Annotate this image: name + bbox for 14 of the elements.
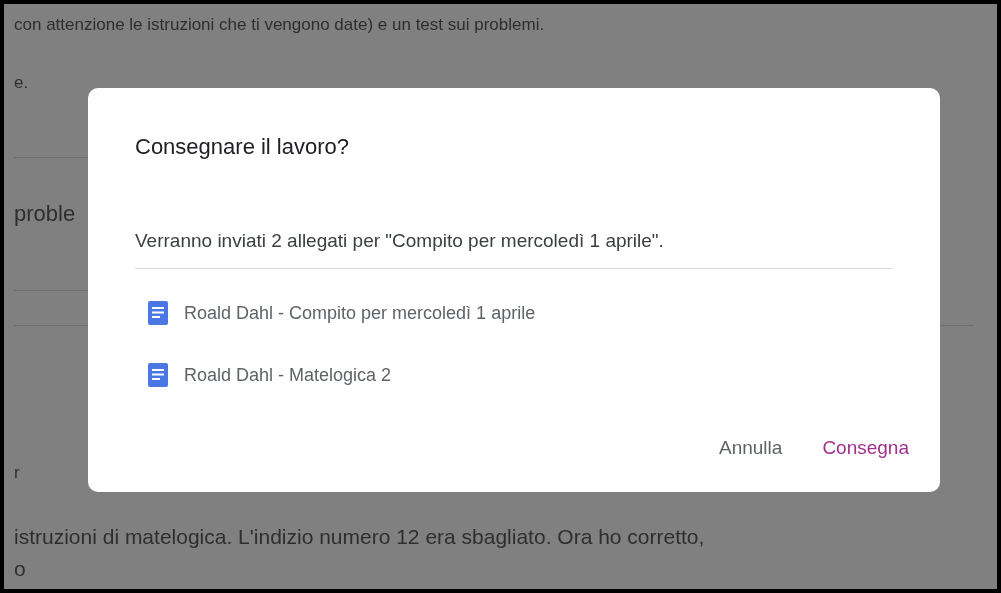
page-text: r (14, 462, 20, 484)
document-icon (148, 363, 168, 387)
document-icon (148, 301, 168, 325)
cancel-button[interactable]: Annulla (709, 427, 793, 468)
page-text: e. (14, 72, 29, 94)
comment-text: istruzioni di matelogica. L'indizio numero 12 era sbagliato. Ora ho corretto, (14, 524, 705, 550)
attachment-link[interactable]: Roald Dahl - Compito per mercoledì 1 aprile (184, 301, 536, 325)
submit-button[interactable]: Consegna (812, 427, 919, 468)
dialog-title: Consegnare il lavoro? (135, 133, 350, 161)
page-text: con attenzione le istruzioni che ti vengono date) e un test sui problemi. (14, 14, 545, 36)
page-text: o (14, 556, 26, 582)
attachment-link[interactable]: Roald Dahl - Matelogica 2 (184, 363, 392, 387)
section-heading: proble (14, 200, 76, 228)
dialog-message: Verranno inviati 2 allegati per "Compito per mercoledì 1 aprile". (135, 229, 664, 253)
